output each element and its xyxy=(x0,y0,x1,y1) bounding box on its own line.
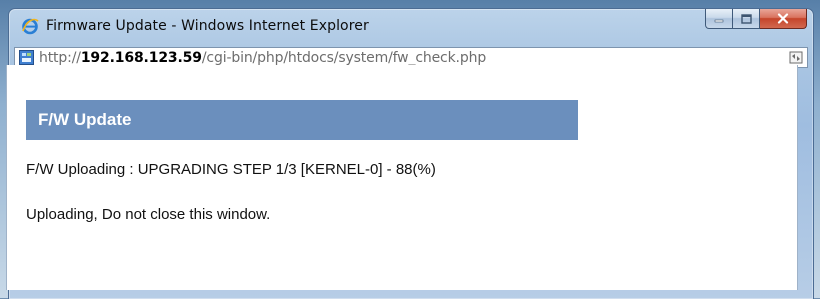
section-header: F/W Update xyxy=(26,100,578,140)
compatibility-view-icon[interactable] xyxy=(789,51,803,64)
title-bar[interactable]: Firmware Update - Windows Internet Explo… xyxy=(9,9,813,41)
page-title: F/W Update xyxy=(38,110,132,129)
internet-explorer-icon xyxy=(22,18,39,35)
close-button[interactable] xyxy=(760,9,807,29)
upload-notice-text: Uploading, Do not close this window. xyxy=(26,206,271,223)
minimize-button[interactable] xyxy=(705,9,733,29)
minimize-icon xyxy=(714,19,724,22)
page-favicon-icon xyxy=(19,50,34,65)
url-path: /cgi-bin/php/htdocs/system/fw_check.php xyxy=(201,50,487,66)
window-title: Firmware Update - Windows Internet Explo… xyxy=(46,18,369,34)
url-scheme: http:// xyxy=(39,50,81,66)
upload-status-text: F/W Uploading : UPGRADING STEP 1/3 [KERN… xyxy=(26,161,436,178)
window-controls xyxy=(705,9,807,29)
close-icon xyxy=(777,13,789,24)
url-host: 192.168.123.59 xyxy=(80,50,202,66)
address-url[interactable]: http://192.168.123.59/cgi-bin/php/htdocs… xyxy=(39,50,486,66)
maximize-icon xyxy=(740,13,752,24)
maximize-button[interactable] xyxy=(733,9,760,29)
